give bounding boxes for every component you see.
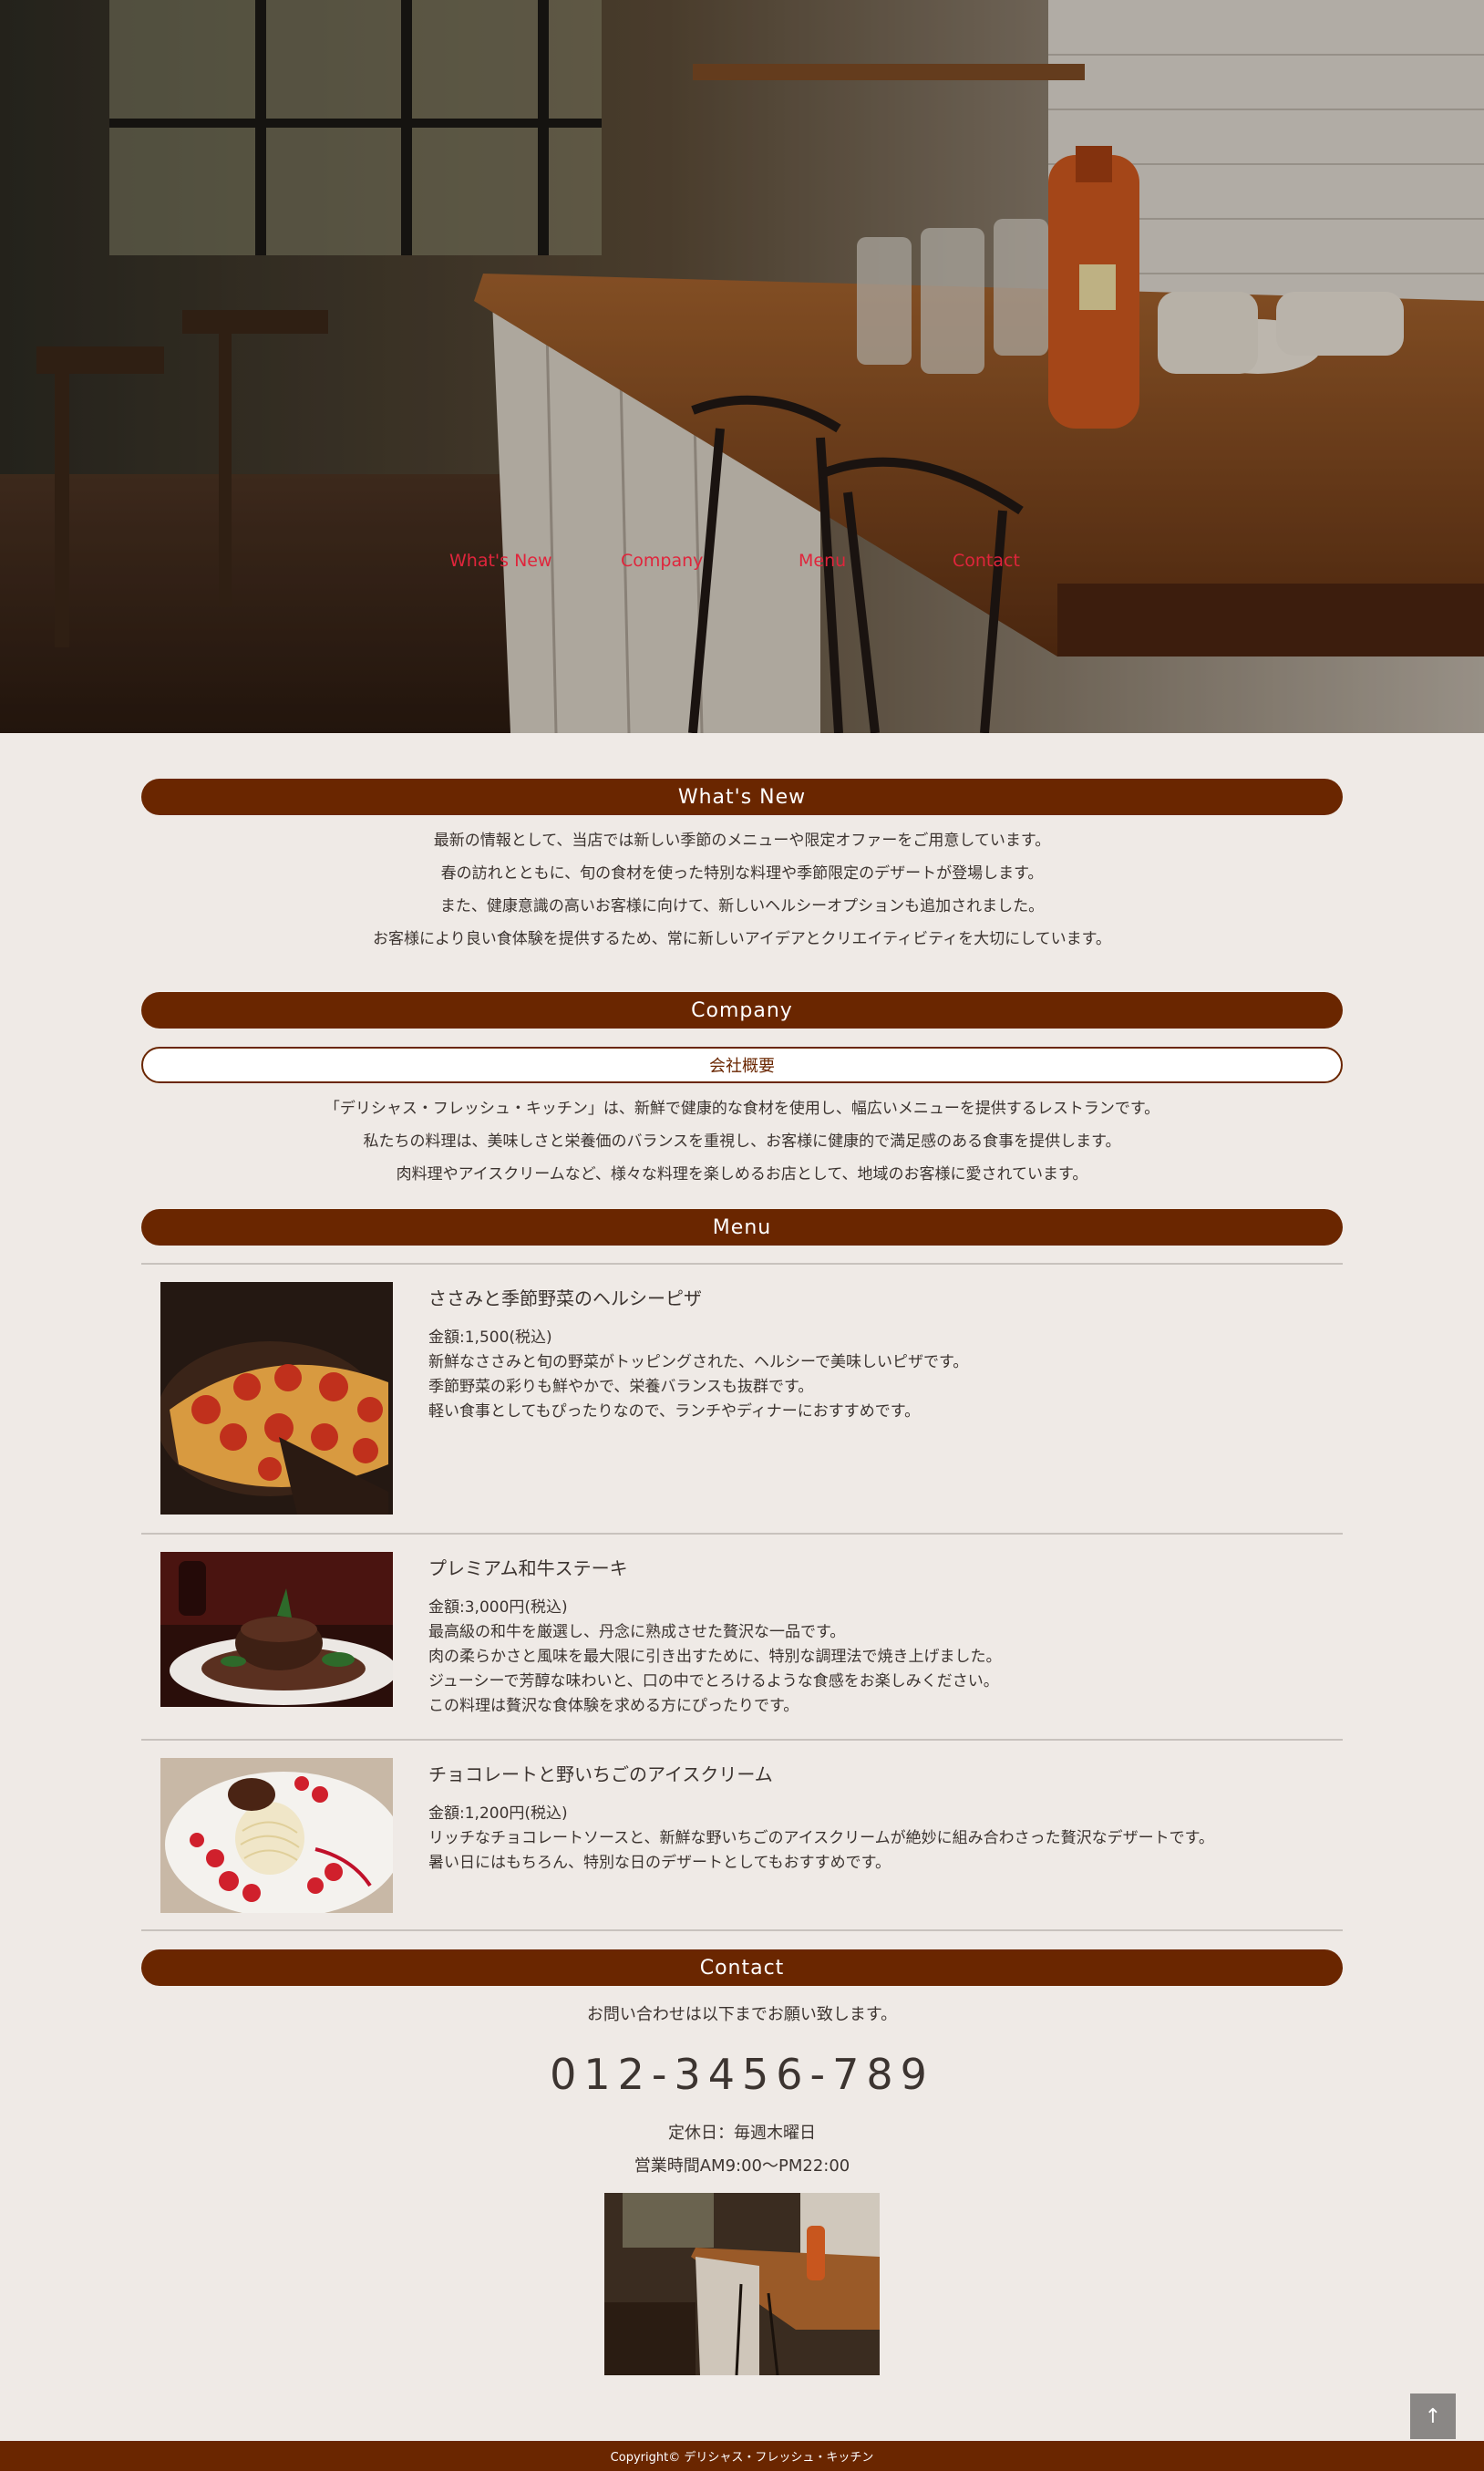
store-illustration [604, 2193, 880, 2375]
menu-item-price: 金額:3,000円(税込) [428, 1598, 568, 1617]
whats-new-line: 最新の情報として、当店では新しい季節のメニューや限定オファーをご用意しています。 [433, 832, 1051, 850]
ice-cream-illustration [160, 1758, 393, 1913]
menu-item-line: 軽い食事としてもぴったりなので、ランチやディナーにおすすめです。 [428, 1402, 921, 1421]
pizza-image [160, 1282, 393, 1515]
whats-new-line: お客様により良い食体験を提供するため、常に新しいアイデアとクリエイティビティを大… [373, 930, 1111, 948]
footer-copyright: Copyright© デリシャス・フレッシュ・キッチン [0, 2441, 1484, 2471]
nav-link-company[interactable]: Company [621, 551, 703, 571]
nav-link-menu[interactable]: Menu [799, 551, 846, 571]
company-line: 「デリシャス・フレッシュ・キッチン」は、新鮮で健康的な食材を使用し、幅広いメニュ… [324, 1100, 1160, 1118]
menu-item-line: この料理は贅沢な食体験を求める方にぴったりです。 [428, 1697, 799, 1715]
pizza-illustration [160, 1282, 393, 1515]
menu-item-3: チョコレートと野いちごのアイスクリーム 金額:1,200円(税込) リッチなチョ… [428, 1760, 1322, 1876]
menu-item-1: ささみと季節野菜のヘルシーピザ 金額:1,500(税込) 新鮮なささみと旬の野菜… [428, 1284, 1322, 1424]
company-text: 「デリシャス・フレッシュ・キッチン」は、新鮮で健康的な食材を使用し、幅広いメニュ… [141, 1092, 1343, 1191]
steak-image [160, 1552, 393, 1707]
back-to-top-button[interactable]: ↑ [1410, 2393, 1456, 2439]
menu-item-line: 新鮮なささみと旬の野菜がトッピングされた、ヘルシーで美味しいピザです。 [428, 1353, 969, 1371]
whats-new-line: 春の訪れとともに、旬の食材を使った特別な料理や季節限定のデザートが登場します。 [440, 864, 1044, 883]
menu-item-line: 季節野菜の彩りも鮮やかで、栄養バランスも抜群です。 [428, 1378, 814, 1396]
menu-item-2: プレミアム和牛ステーキ 金額:3,000円(税込) 最高級の和牛を厳選し、丹念に… [428, 1554, 1322, 1719]
menu-item-name: ささみと季節野菜のヘルシーピザ [428, 1287, 702, 1309]
menu-item-name: チョコレートと野いちごのアイスクリーム [428, 1763, 773, 1785]
divider [141, 1739, 1343, 1741]
menu-item-description: 金額:1,200円(税込) リッチなチョコレートソースと、新鮮な野いちごのアイス… [428, 1802, 1322, 1876]
whats-new-text: 最新の情報として、当店では新しい季節のメニューや限定オファーをご用意しています。… [141, 824, 1343, 956]
whats-new-line: また、健康意識の高いお客様に向けて、新しいヘルシーオプションも追加されました。 [439, 897, 1045, 915]
divider [141, 1533, 1343, 1535]
menu-item-price: 金額:1,500(税込) [428, 1329, 552, 1347]
menu-item-description: 金額:1,500(税込) 新鮮なささみと旬の野菜がトッピングされた、ヘルシーで美… [428, 1326, 1322, 1424]
company-line: 肉料理やアイスクリームなど、様々な料理を楽しめるお店として、地域のお客様に愛され… [396, 1165, 1088, 1184]
divider [141, 1929, 1343, 1931]
menu-item-line: 最高級の和牛を厳選し、丹念に熟成させた贅沢な一品です。 [428, 1623, 846, 1641]
menu-item-line: ジューシーで芳醇な味わいと、口の中でとろけるような食感をお楽しみください。 [428, 1672, 999, 1690]
menu-item-name: プレミアム和牛ステーキ [428, 1557, 628, 1579]
steak-illustration [160, 1552, 393, 1707]
menu-item-line: 肉の柔らかさと風味を最大限に引き出すために、特別な調理法で焼き上げました。 [428, 1648, 1002, 1666]
main-nav: What's New Company Menu Contact [0, 551, 1484, 576]
contact-intro: お問い合わせは以下までお願い致します。 [586, 2005, 898, 2024]
phone-number[interactable]: 012-3456-789 [141, 2050, 1343, 2099]
ice-cream-image [160, 1758, 393, 1913]
menu-item-description: 金額:3,000円(税込) 最高級の和牛を厳選し、丹念に熟成させた贅沢な一品です… [428, 1596, 1322, 1719]
nav-link-whats-new[interactable]: What's New [449, 551, 552, 571]
closed-day: 定休日：毎週木曜日 [668, 2124, 816, 2143]
nav-link-contact[interactable]: Contact [953, 551, 1020, 571]
whats-new-heading: What's New [141, 779, 1343, 815]
store-interior-image [604, 2193, 880, 2375]
menu-item-line: 暑い日にはもちろん、特別な日のデザートとしてもおすすめです。 [428, 1854, 891, 1872]
kitchen-illustration [0, 0, 1484, 733]
menu-item-price: 金額:1,200円(税込) [428, 1804, 568, 1823]
divider [141, 1263, 1343, 1265]
menu-item-line: リッチなチョコレートソースと、新鮮な野いちごのアイスクリームが絶妙に組み合わさっ… [428, 1829, 1214, 1847]
menu-heading: Menu [141, 1209, 1343, 1246]
company-line: 私たちの料理は、美味しさと栄養価のバランスを重視し、お客様に健康的で満足感のある… [363, 1132, 1121, 1151]
business-hours: 営業時間AM9:00〜PM22:00 [634, 2156, 850, 2176]
hero-image: What's New Company Menu Contact [0, 0, 1484, 733]
company-subheading: 会社概要 [141, 1047, 1343, 1083]
company-heading: Company [141, 992, 1343, 1029]
contact-heading: Contact [141, 1949, 1343, 1986]
